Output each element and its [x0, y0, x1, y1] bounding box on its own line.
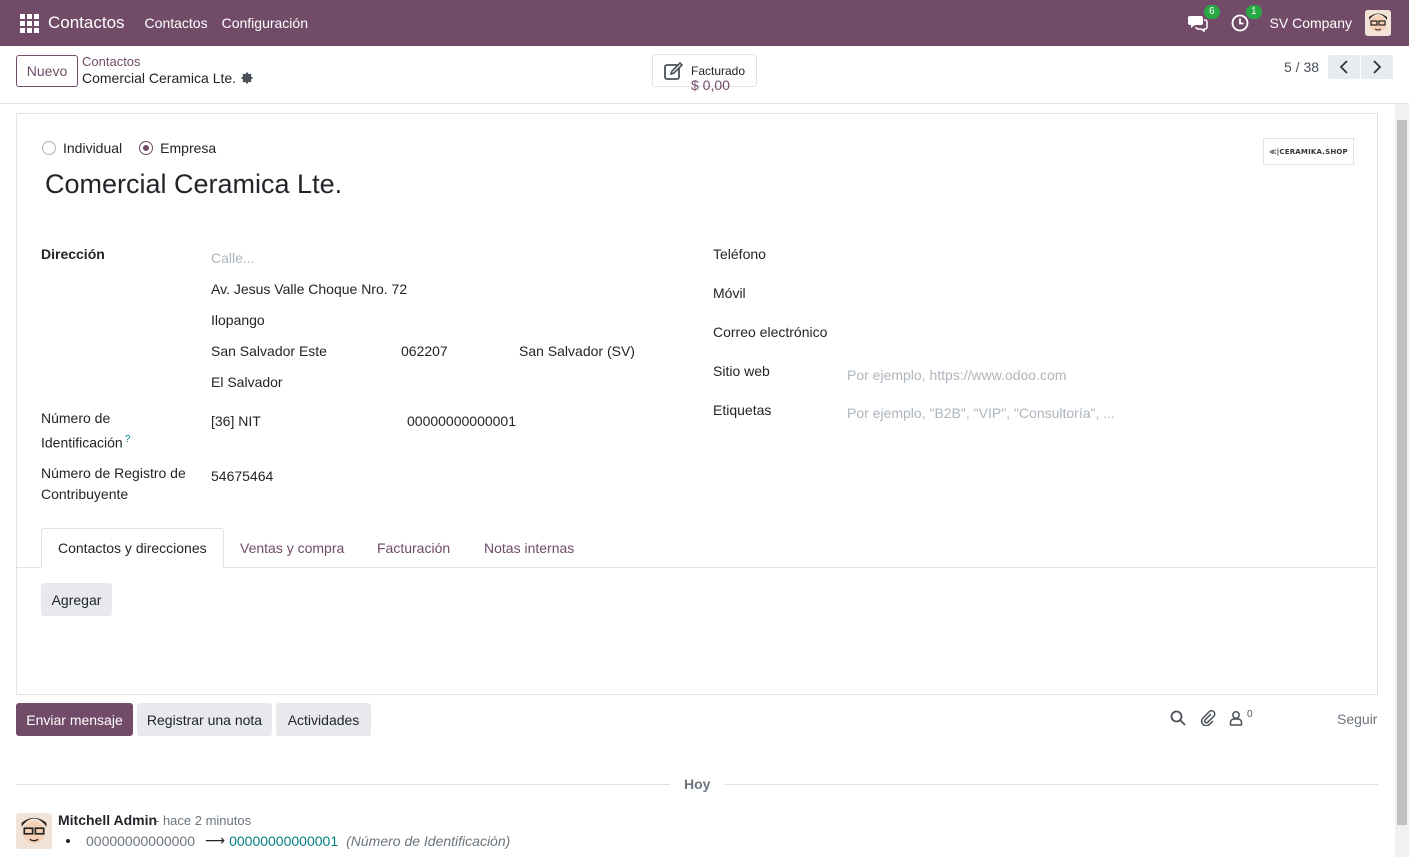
zip-field[interactable]: 062207	[401, 343, 448, 359]
chat-bubbles-icon	[1187, 16, 1208, 32]
pager-value[interactable]: 5 / 38	[1284, 59, 1319, 75]
user-face-icon	[1365, 10, 1391, 36]
help-tooltip-icon[interactable]: ?	[125, 434, 131, 445]
top-navbar: Contactos Contactos Configuración 6 1 SV…	[0, 0, 1409, 46]
id-number-label-line1: Número de	[41, 410, 111, 426]
chevron-right-icon	[1373, 60, 1382, 74]
stat-value: $ 0,00	[691, 76, 730, 93]
gear-icon[interactable]	[240, 71, 256, 87]
clock-icon	[1231, 14, 1248, 32]
chevron-left-icon	[1339, 60, 1348, 74]
id-type-field[interactable]: [36] NIT	[211, 413, 261, 429]
breadcrumb-current: Comercial Ceramica Lte.	[82, 70, 237, 86]
id-number-field[interactable]: 00000000000001	[407, 413, 516, 429]
mobile-label: Móvil	[713, 285, 746, 301]
activities-button[interactable]: Actividades	[276, 703, 371, 736]
date-separator-line-right	[725, 784, 1378, 785]
tax-reg-label-line2: Contribuyente	[41, 486, 129, 502]
message-time: - hace 2 minutos	[155, 813, 252, 828]
id-number-label-line2: Identificación	[41, 434, 123, 451]
phone-label: Teléfono	[713, 246, 766, 262]
app-name[interactable]: Contactos	[48, 13, 125, 33]
invoiced-stat-button[interactable]: Facturado $ 0,00	[652, 54, 757, 92]
street-field[interactable]: Calle...	[211, 250, 255, 266]
date-separator-line-left	[16, 784, 670, 785]
tab-invoicing[interactable]: Facturación	[361, 528, 466, 567]
user-avatar[interactable]	[1365, 10, 1391, 36]
tab-sales-purchase[interactable]: Ventas y compra	[224, 528, 360, 567]
menu-configuracion[interactable]: Configuración	[222, 15, 308, 31]
notebook-tabs: Contactos y direcciones Ventas y compra …	[17, 528, 1377, 568]
company-type-selector: Individual Empresa	[42, 140, 233, 156]
message-author[interactable]: Mitchell Admin	[58, 812, 157, 828]
partner-name-field[interactable]: Comercial Ceramica Lte.	[45, 169, 342, 200]
form-sheet: Individual Empresa ≪|CERAMIKA.SHOP Comer…	[16, 113, 1378, 695]
tags-field[interactable]: Por ejemplo, "B2B", "VIP", "Consultoría"…	[847, 405, 1115, 421]
activities-menu[interactable]: 1	[1228, 5, 1262, 35]
paperclip-icon[interactable]	[1200, 710, 1218, 728]
radio-empresa-label[interactable]: Empresa	[160, 140, 216, 156]
address-label: Dirección	[41, 246, 105, 262]
date-separator-label: Hoy	[684, 776, 711, 792]
tracking-value-line: 00000000000000 ⟶ 00000000000001 (Número …	[66, 832, 510, 849]
breadcrumb-parent[interactable]: Contactos	[82, 54, 141, 69]
state2-field[interactable]: San Salvador (SV)	[519, 343, 635, 359]
control-panel: Nuevo Contactos Comercial Ceramica Lte. …	[0, 46, 1409, 104]
company-switcher[interactable]: SV Company	[1270, 15, 1352, 31]
radio-empresa[interactable]	[139, 141, 154, 155]
new-button[interactable]: Nuevo	[16, 55, 78, 87]
add-contact-button[interactable]: Agregar	[41, 583, 112, 616]
activities-badge: 1	[1245, 5, 1262, 19]
tax-reg-label: Número de Registro de Contribuyente	[41, 463, 186, 505]
email-label: Correo electrónico	[713, 324, 828, 340]
list-bullet	[66, 838, 70, 843]
menu-contactos[interactable]: Contactos	[145, 15, 208, 31]
tracking-new-value: 00000000000001	[229, 832, 339, 849]
scrollbar-thumb[interactable]	[1397, 120, 1407, 825]
company-logo[interactable]: ≪|CERAMIKA.SHOP	[1263, 138, 1354, 165]
tab-contacts-addresses[interactable]: Contactos y direcciones	[41, 528, 224, 568]
tags-label: Etiquetas	[713, 402, 772, 418]
followers-count: 0	[1247, 709, 1253, 720]
radio-individual-label[interactable]: Individual	[63, 140, 122, 156]
tab-internal-notes[interactable]: Notas internas	[468, 528, 590, 567]
tax-reg-field[interactable]: 54675464	[211, 468, 273, 484]
messages-badge: 6	[1203, 5, 1220, 19]
stat-label: Facturado	[691, 63, 746, 78]
log-note-button[interactable]: Registrar una nota	[137, 703, 272, 736]
state-field[interactable]: San Salvador Este	[211, 343, 327, 359]
arrow-right-icon: ⟶	[205, 832, 226, 848]
country-field[interactable]: El Salvador	[211, 374, 283, 390]
tracking-old-value: 00000000000000	[86, 832, 196, 849]
follow-button[interactable]: Seguir	[1337, 711, 1377, 727]
send-message-button[interactable]: Enviar mensaje	[16, 703, 133, 736]
apps-menu-icon[interactable]	[17, 11, 41, 35]
website-field[interactable]: Por ejemplo, https://www.odoo.com	[847, 367, 1066, 383]
tracking-field-name: (Número de Identificación)	[346, 832, 511, 849]
website-label: Sitio web	[713, 363, 770, 379]
street2-field[interactable]: Av. Jesus Valle Choque Nro. 72	[211, 281, 407, 297]
message-author-avatar[interactable]	[16, 813, 52, 849]
tax-reg-label-line1: Número de Registro de	[41, 465, 186, 481]
radio-individual[interactable]	[42, 141, 56, 155]
search-icon[interactable]	[1170, 710, 1188, 728]
messaging-menu[interactable]: 6	[1186, 5, 1220, 35]
id-number-label: Número de Identificación?	[41, 408, 130, 454]
pager-next-button[interactable]	[1361, 55, 1393, 79]
followers-icon[interactable]	[1229, 710, 1247, 728]
edit-invoice-icon	[664, 61, 684, 80]
pager-previous-button[interactable]	[1328, 55, 1360, 79]
city-field[interactable]: Ilopango	[211, 312, 265, 328]
user-face-icon	[16, 813, 52, 849]
